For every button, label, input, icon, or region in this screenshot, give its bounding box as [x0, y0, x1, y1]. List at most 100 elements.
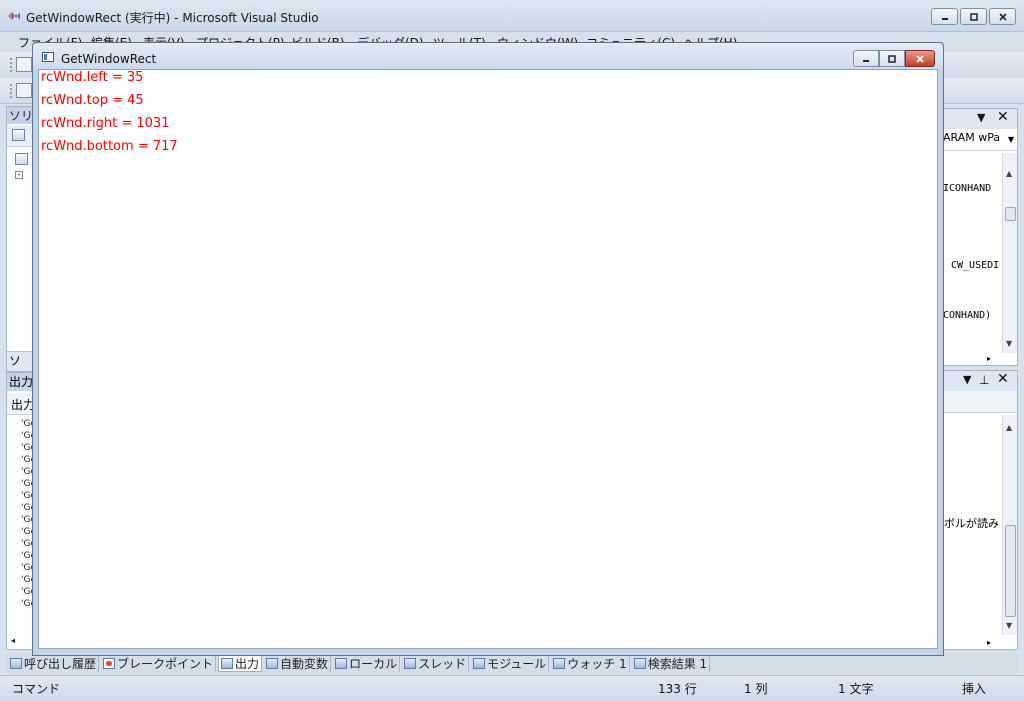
tab-modules[interactable]: モジュール: [471, 655, 550, 672]
function-combo-value: ARAM wPa: [943, 131, 1001, 144]
pin-icon[interactable]: ⊥: [979, 373, 989, 387]
tab-label: 出力: [235, 657, 260, 671]
toolbar-grip[interactable]: [10, 58, 13, 72]
solution-explorer-toolbar: [7, 125, 35, 147]
scroll-down-icon[interactable]: ▼: [1006, 339, 1012, 348]
threads-icon: [404, 658, 417, 669]
solution-explorer-header[interactable]: ソリ: [7, 107, 35, 124]
tab-label: 呼び出し履歴: [24, 657, 97, 671]
properties-icon[interactable]: [12, 129, 25, 141]
getwindowrect-window[interactable]: GetWindowRect rcWnd.left = 35 rcWnd.top …: [32, 42, 944, 656]
minimize-icon: [863, 59, 869, 62]
tool-window-tabs: 呼び出し履歴 ブレークポイント 出力 自動変数 ローカル スレッド モジュール …: [6, 654, 1018, 673]
toolbar-grip[interactable]: [10, 84, 13, 98]
status-bar: コマンド 133 行 1 列 1 文字 挿入: [0, 675, 1024, 701]
output-right-toolbar: [941, 391, 1017, 413]
status-line: 133 行: [658, 682, 697, 696]
output-message: ボルが読み: [944, 517, 999, 530]
minimize-icon: [941, 17, 948, 20]
code-editor-panel: ▼ ✕ ARAM wPa ▼ ICONHAND CW_USEDI CONHAND…: [940, 108, 1018, 366]
code-line: ICONHAND: [943, 183, 992, 194]
tab-watch-1[interactable]: ウォッチ 1: [551, 655, 630, 672]
call-stack-icon: [10, 658, 22, 669]
child-window-title: GetWindowRect: [61, 52, 157, 66]
close-icon: [998, 12, 1007, 21]
code-line: CW_USEDI: [951, 260, 1000, 271]
locals-icon: [335, 658, 348, 669]
tab-label: ローカル: [349, 657, 398, 671]
tab-autos[interactable]: 自動変数: [264, 655, 332, 672]
output-header[interactable]: 出力: [7, 373, 35, 391]
child-close-button[interactable]: [905, 50, 935, 67]
status-mode: コマンド: [12, 682, 61, 696]
status-column: 1 列: [744, 682, 768, 696]
code-vertical-scrollbar[interactable]: ▲ ▼: [1002, 153, 1017, 353]
scroll-thumb[interactable]: [1005, 207, 1016, 221]
function-combo[interactable]: ARAM wPa ▼: [941, 131, 1017, 151]
tab-threads[interactable]: スレッド: [402, 655, 470, 672]
tab-breakpoints[interactable]: ブレークポイント: [101, 655, 217, 672]
visual-studio-icon: [8, 12, 20, 20]
tab-label: 検索結果 1: [647, 657, 708, 671]
output-right-header: ▼ ⊥ ✕: [941, 371, 1017, 391]
rect-top-value: rcWnd.top = 45: [41, 93, 144, 108]
tab-label: モジュール: [487, 657, 547, 671]
status-char: 1 文字: [838, 682, 874, 696]
modules-icon: [473, 658, 486, 669]
child-minimize-button[interactable]: [853, 50, 879, 67]
scroll-down-icon[interactable]: ▼: [1006, 621, 1012, 630]
tab-label: 自動変数: [280, 657, 329, 671]
scroll-right-icon[interactable]: ▸: [987, 354, 991, 363]
tab-output[interactable]: 出力: [218, 655, 263, 672]
tab-call-stack[interactable]: 呼び出し履歴: [8, 655, 100, 672]
child-caption-buttons: [853, 50, 935, 67]
child-titlebar[interactable]: GetWindowRect: [33, 43, 943, 69]
scroll-right-icon[interactable]: ▸: [987, 638, 991, 647]
window-icon[interactable]: [16, 83, 32, 98]
output-toolbar: 出力: [7, 393, 35, 415]
rect-bottom-value: rcWnd.bottom = 717: [41, 139, 178, 154]
vs-minimize-button[interactable]: [931, 8, 958, 25]
code-line: CONHAND): [943, 310, 992, 321]
close-icon[interactable]: ✕: [997, 371, 1009, 387]
tab-label: ブレークポイント: [117, 657, 214, 671]
output-vertical-scrollbar[interactable]: ▲ ▼: [1002, 415, 1017, 635]
new-project-icon[interactable]: [16, 57, 32, 72]
dropdown-icon[interactable]: ▼: [963, 373, 971, 386]
tab-label: ウォッチ 1: [567, 657, 627, 671]
watch-icon: [553, 658, 566, 669]
status-insert-mode: 挿入: [962, 682, 987, 696]
chevron-down-icon: ▼: [1007, 135, 1014, 144]
rect-right-value: rcWnd.right = 1031: [41, 116, 170, 131]
dropdown-icon[interactable]: ▼: [977, 111, 985, 124]
autos-icon: [266, 658, 279, 669]
close-icon[interactable]: ✕: [997, 109, 1009, 125]
scroll-up-icon[interactable]: ▲: [1006, 169, 1012, 178]
rect-left-value: rcWnd.left = 35: [41, 70, 144, 85]
output-right-panel: ▼ ⊥ ✕ ボルが読み ▲ ▼ ▸: [940, 370, 1018, 650]
vs-caption-buttons: [931, 8, 1016, 25]
tab-locals[interactable]: ローカル: [333, 655, 401, 672]
vs-restore-button[interactable]: [960, 8, 987, 25]
tab-find-results-1[interactable]: 検索結果 1: [632, 655, 711, 672]
vs-close-button[interactable]: [989, 8, 1016, 25]
maximize-icon: [888, 54, 896, 63]
child-maximize-button[interactable]: [879, 50, 905, 67]
breakpoint-icon: [103, 658, 116, 669]
close-icon: [916, 54, 924, 63]
code-editor-header: ▼ ✕: [941, 109, 1017, 129]
scroll-up-icon[interactable]: ▲: [1006, 423, 1012, 432]
solution-icon: [15, 153, 28, 165]
vs-titlebar: GetWindowRect (実行中) - Microsoft Visual S…: [0, 0, 1024, 32]
scroll-thumb[interactable]: [1005, 525, 1016, 617]
scroll-left-icon[interactable]: ◂: [11, 636, 15, 645]
child-client-area: rcWnd.left = 35 rcWnd.top = 45 rcWnd.rig…: [38, 69, 938, 649]
solution-explorer-tab[interactable]: ソ: [7, 351, 35, 371]
solution-tab-label: ソ: [9, 354, 22, 368]
restore-icon: [969, 12, 978, 21]
tree-collapse-icon[interactable]: -: [15, 171, 23, 179]
vs-window-title: GetWindowRect (実行中) - Microsoft Visual S…: [26, 11, 319, 25]
app-window-icon: [42, 52, 54, 62]
tab-label: スレッド: [418, 657, 467, 671]
output-icon: [221, 658, 234, 669]
